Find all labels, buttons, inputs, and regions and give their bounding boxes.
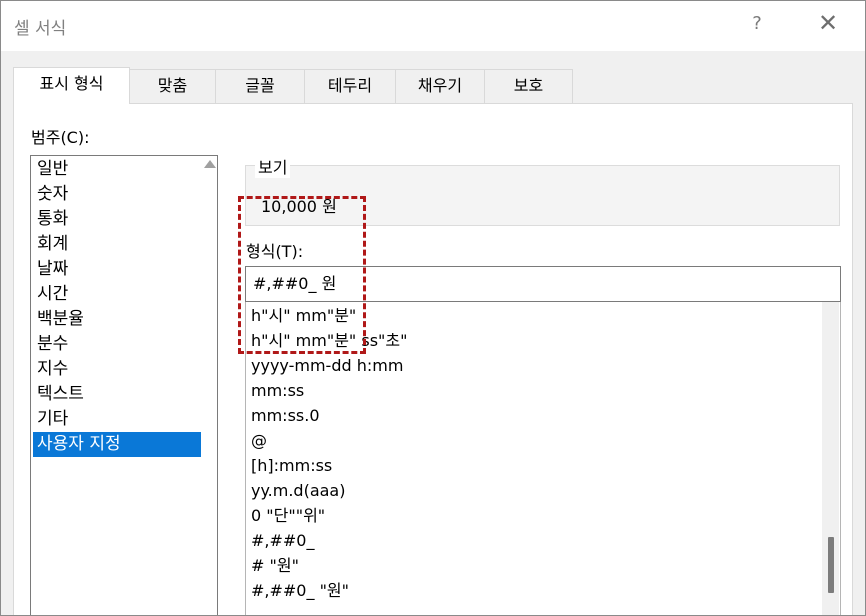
- category-item-accounting[interactable]: 회계: [33, 232, 204, 257]
- category-item-special[interactable]: 기타: [33, 407, 204, 432]
- format-cells-dialog: 셀 서식 ? ✕ 표시 형식 맞춤 글꼴 테두리 채우기 보호 범주(C): 일…: [0, 0, 866, 616]
- format-code-list[interactable]: h"시" mm"분" h"시" mm"분" ss"초" yyyy-mm-dd h…: [245, 302, 841, 615]
- category-item-percentage[interactable]: 백분율: [33, 307, 204, 332]
- format-item[interactable]: yyyy-mm-dd h:mm: [251, 353, 403, 378]
- category-item-custom[interactable]: 사용자 지정: [33, 432, 204, 457]
- format-item[interactable]: h"시" mm"분": [251, 303, 356, 328]
- tab-border[interactable]: 테두리: [304, 69, 396, 103]
- tab-protection[interactable]: 보호: [484, 69, 573, 103]
- format-item[interactable]: h"시" mm"분" ss"초": [251, 328, 407, 353]
- tab-font[interactable]: 글꼴: [215, 69, 305, 103]
- category-item-date[interactable]: 날짜: [33, 257, 204, 282]
- scroll-up-arrow-icon[interactable]: [204, 160, 216, 168]
- tab-fill[interactable]: 채우기: [395, 69, 485, 103]
- number-tab-panel: 범주(C): 일반 숫자 통화 회계 날짜 시간 백분율 분수 지수 텍스트 기…: [13, 103, 853, 615]
- category-item-time[interactable]: 시간: [33, 282, 204, 307]
- format-item[interactable]: # "원": [251, 553, 299, 578]
- format-item[interactable]: mm:ss.0: [251, 403, 320, 428]
- sample-title: 보기: [255, 154, 291, 178]
- format-item[interactable]: @: [251, 428, 267, 453]
- type-label: 형식(T):: [246, 242, 304, 261]
- tab-number[interactable]: 표시 형식: [13, 67, 130, 104]
- category-item-number[interactable]: 숫자: [33, 182, 204, 207]
- format-item[interactable]: [h]:mm:ss: [251, 453, 332, 478]
- format-item[interactable]: #,##0_ "원": [251, 578, 349, 603]
- category-item-fraction[interactable]: 분수: [33, 332, 204, 357]
- help-button[interactable]: ?: [745, 13, 769, 34]
- format-list-scrollbar[interactable]: [822, 302, 839, 615]
- category-item-text[interactable]: 텍스트: [33, 382, 204, 407]
- format-item[interactable]: mm:ss: [251, 378, 304, 403]
- close-button[interactable]: ✕: [816, 10, 840, 36]
- format-item[interactable]: 0 "단""위": [251, 503, 325, 528]
- category-item-currency[interactable]: 통화: [33, 207, 204, 232]
- category-scrollbar[interactable]: [201, 156, 217, 615]
- scrollbar-thumb[interactable]: [828, 536, 834, 593]
- dialog-body: 표시 형식 맞춤 글꼴 테두리 채우기 보호 범주(C): 일반 숫자 통화 회…: [1, 51, 865, 615]
- sample-value: 10,000 원: [261, 197, 337, 216]
- dialog-title: 셀 서식: [14, 19, 67, 39]
- category-label: 범주(C):: [31, 128, 90, 147]
- category-item-general[interactable]: 일반: [33, 157, 204, 182]
- category-item-scientific[interactable]: 지수: [33, 357, 204, 382]
- format-item[interactable]: yy.m.d(aaa): [251, 478, 345, 503]
- tab-alignment[interactable]: 맞춤: [129, 69, 216, 103]
- category-list[interactable]: 일반 숫자 통화 회계 날짜 시간 백분율 분수 지수 텍스트 기타 사용자 지…: [30, 155, 218, 615]
- format-item[interactable]: #,##0_: [251, 528, 314, 553]
- title-bar: 셀 서식 ? ✕: [1, 1, 865, 51]
- type-input[interactable]: #,##0_ 원: [245, 266, 841, 302]
